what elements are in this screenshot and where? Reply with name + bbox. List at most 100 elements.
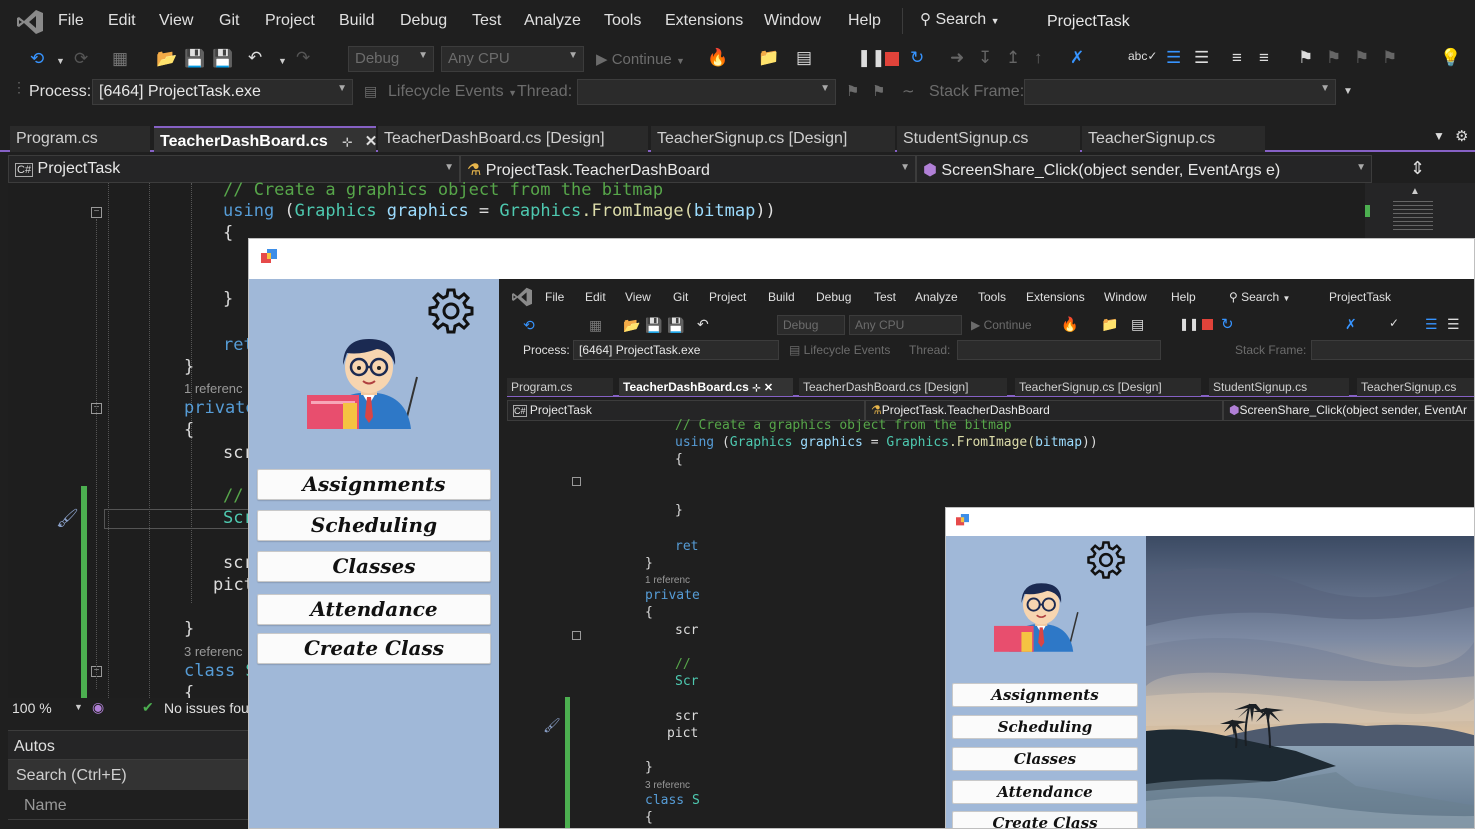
shared-hot-reload-icon: 🔥 [1061,316,1079,332]
split-editor-icon[interactable]: ⇕ [1410,158,1425,179]
toolbar-overflow-icon[interactable]: ▼ [1343,86,1353,97]
zoom-level[interactable]: 100 % [12,700,52,716]
code-line-brace: } [223,289,234,309]
process-label: Process: [29,83,92,100]
tab-teacher-dashboard-cs[interactable]: TeacherDashBoard.cs ⊹ ✕ [154,126,378,152]
tab-list-icon[interactable]: ▼ [1433,129,1445,143]
standard-toolbar: ⟲ ▼ ⟳ ▦ 📂 💾 💾 ↶ ▼ ↷ Debug ▼ Any CPU ▼ ▶ Co… [0,42,1475,76]
thread-label: Thread: [517,83,573,100]
classes-button[interactable]: Classes [257,551,491,582]
shared-stack-frame-select [1311,340,1474,360]
new-project-icon[interactable]: ▦ [112,49,128,69]
chevron-down-icon[interactable]: ▼ [74,702,83,712]
class-icon: ⚗ [467,162,482,179]
spell-check-icon[interactable]: abc✓ [1128,46,1157,66]
bookmark-icon[interactable]: ⚑ [1298,48,1313,68]
open-folder-icon[interactable]: 📂 [156,49,177,69]
tab-student-signup-cs[interactable]: StudentSignup.cs [897,126,1080,152]
chevron-down-icon[interactable]: ▼ [278,51,287,71]
tab-teacher-signup-cs[interactable]: TeacherSignup.cs [1082,126,1265,152]
bookmark-prev-icon: ⚑ [1326,48,1342,67]
menu-tools[interactable]: Tools [604,12,641,30]
tab-teacher-dashboard-design[interactable]: TeacherDashBoard.cs [Design] [378,126,648,152]
indent-icon[interactable]: ≡ [1232,48,1242,68]
shared-menu-build: Build [768,290,795,304]
menu-view[interactable]: View [159,12,193,30]
shared-code-brace: { [675,452,683,467]
platform-select[interactable]: Any CPU ▼ [441,46,584,72]
stop-icon[interactable] [885,52,899,66]
shared-tab-dashboard: TeacherDashBoard.cs ⊹ ✕ [619,378,793,396]
method-icon: ⬢ [923,162,937,179]
configuration-select[interactable]: Debug ▼ [348,46,434,72]
scrollbar-minimap[interactable]: ▲ [1365,183,1475,238]
menu-test[interactable]: Test [472,12,501,30]
diagnostic-icon[interactable]: ✗ [1070,48,1084,68]
assignments-button[interactable]: Assignments [257,469,491,500]
visual-studio-logo-icon[interactable] [16,9,44,35]
autos-column-header[interactable]: Name [8,790,248,820]
outdent-icon[interactable]: ≡ [1259,48,1269,68]
folder-search-icon[interactable]: 📁 [758,48,779,68]
uncomment-icon[interactable]: ☰ [1194,48,1209,68]
menu-debug[interactable]: Debug [400,12,447,30]
tab-teacher-signup-design[interactable]: TeacherSignup.cs [Design] [651,126,895,152]
shared-code-brace: { [645,810,653,825]
copilot-icon[interactable]: ◉ [92,699,104,716]
issues-status[interactable]: No issues fou [164,700,249,716]
menu-file[interactable]: File [58,12,84,30]
gear-icon[interactable]: ⚙ [1455,127,1468,145]
save-icon[interactable]: 💾 [184,49,205,69]
chevron-down-icon: ▼ [568,50,578,61]
menu-analyze[interactable]: Analyze [524,12,581,30]
minimap-preview [1393,201,1433,231]
process-select[interactable]: [6464] ProjectTask.exe ▼ [92,79,353,105]
project-select[interactable]: C# ProjectTask ▼ [8,155,460,183]
menu-project[interactable]: Project [265,12,315,30]
solution-title: ProjectTask [1047,13,1130,30]
restart-icon[interactable]: ↻ [910,48,924,68]
tab-program-cs[interactable]: Program.cs [10,126,150,152]
shared-code-scr: scr [675,623,699,638]
scheduling-button[interactable]: Scheduling [257,510,491,541]
menu-edit[interactable]: Edit [108,12,136,30]
menu-build[interactable]: Build [339,12,375,30]
create-class-button[interactable]: Create Class [257,633,491,664]
lightbulb-icon[interactable]: 💡 [1440,48,1461,68]
continue-button[interactable]: ▶ Continue ▼ [596,50,685,68]
chevron-down-icon[interactable]: ▼ [56,51,65,71]
shared-back-icon: ⟲ [523,317,535,333]
app-icon [261,249,277,263]
chevron-down-icon: ▼ [990,16,1000,26]
references-codelens[interactable]: 1 referenc [184,381,243,396]
menu-extensions[interactable]: Extensions [665,12,743,30]
window-layout-icon[interactable]: ▤ [796,48,812,68]
menu-git[interactable]: Git [219,12,239,30]
attendance-button[interactable]: Attendance [257,594,491,625]
undo-icon[interactable]: ↶ [248,48,262,68]
menu-window[interactable]: Window [764,12,821,30]
close-icon[interactable]: ✕ [365,133,378,150]
save-all-icon[interactable]: 💾 [212,49,233,69]
class-select[interactable]: ⚗ ProjectTask.TeacherDashBoard ▼ [460,155,916,183]
shared-tab-teacher-signup: TeacherSignup.cs [1357,378,1474,396]
scroll-up-icon[interactable]: ▲ [1410,186,1420,197]
navigate-back-icon[interactable]: ⟲ [30,49,44,69]
shared-code-pict: pict [667,726,699,741]
menu-help[interactable]: Help [848,12,881,30]
collapse-icon[interactable]: − [91,207,102,218]
edit-and-continue-icon[interactable]: 🖌 [56,508,79,529]
pause-icon[interactable]: ❚❚ [857,48,886,68]
teacher-avatar [994,583,1079,652]
hot-reload-icon[interactable]: 🔥 [707,48,728,68]
shared-menu-extensions: Extensions [1026,290,1085,304]
comment-icon[interactable]: ☰ [1166,48,1181,68]
member-select[interactable]: ⬢ ScreenShare_Click(object sender, Event… [916,155,1372,183]
references-codelens[interactable]: 3 referenc [184,644,243,659]
shared-menu-analyze: Analyze [915,290,958,304]
shared-thread-select [957,340,1161,360]
search-box[interactable]: ⚲ Search ▼ [920,10,1000,32]
autos-search-input[interactable]: Search (Ctrl+E) [8,760,248,790]
pin-icon[interactable]: ⊹ [342,135,352,149]
settings-gear-icon[interactable] [427,287,475,335]
